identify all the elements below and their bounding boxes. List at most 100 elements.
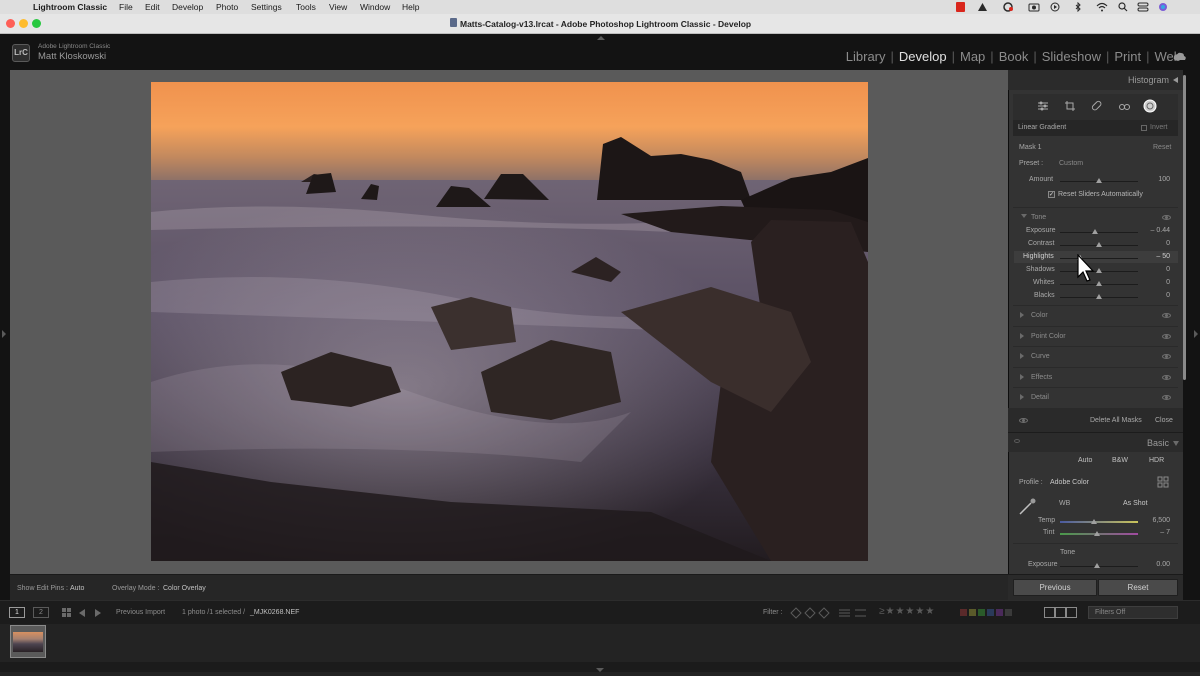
invert-checkbox[interactable]	[1141, 125, 1147, 131]
close-window-button[interactable]	[6, 19, 15, 28]
section-point-color-visibility-icon[interactable]	[1162, 334, 1171, 339]
crop-tool-icon[interactable]	[1064, 100, 1076, 112]
mask-close-button[interactable]: Close	[1155, 417, 1173, 424]
show-edit-pins-select[interactable]: Auto	[70, 585, 84, 592]
section-detail-expand-icon[interactable]	[1020, 394, 1024, 400]
screenshot-icon[interactable]	[1028, 2, 1040, 12]
menu-file[interactable]: File	[119, 2, 133, 12]
tint-value[interactable]: – 7	[1138, 529, 1170, 536]
grid-view-icon[interactable]	[62, 608, 72, 618]
menu-photo[interactable]: Photo	[216, 2, 238, 12]
histogram-header[interactable]: Histogram	[1008, 70, 1183, 90]
exposure-track[interactable]	[1060, 232, 1138, 233]
menu-edit[interactable]: Edit	[145, 2, 160, 12]
tone-section-title[interactable]: Tone	[1031, 214, 1046, 221]
nav-forward-icon[interactable]	[95, 609, 101, 617]
source-label[interactable]: Previous Import	[116, 609, 165, 616]
basic-exposure-value[interactable]: 0.00	[1138, 561, 1170, 568]
module-map[interactable]: Map	[960, 49, 985, 64]
control-center-icon[interactable]	[1137, 2, 1149, 12]
color-filter-green[interactable]	[978, 609, 985, 616]
treatment-auto-button[interactable]: Auto	[1078, 457, 1092, 464]
temp-thumb[interactable]	[1091, 519, 1097, 524]
kind-filter-icons[interactable]	[1044, 607, 1078, 618]
section-point-color-expand-icon[interactable]	[1020, 333, 1024, 339]
overlay-mode-select[interactable]: Color Overlay	[163, 585, 206, 592]
section-detail[interactable]: Detail	[1013, 387, 1178, 407]
menu-tools[interactable]: Tools	[296, 2, 316, 12]
color-filter-none[interactable]	[1005, 609, 1012, 616]
amount-slider-thumb[interactable]	[1096, 178, 1102, 183]
mask-reset-button[interactable]: Reset	[1153, 144, 1171, 151]
exposure-thumb[interactable]	[1092, 229, 1098, 234]
color-filter-red[interactable]	[960, 609, 967, 616]
blacks-thumb[interactable]	[1096, 294, 1102, 299]
left-panel-collapsed[interactable]	[0, 70, 10, 600]
basic-header[interactable]: Basic	[1008, 432, 1183, 452]
record-status-icon[interactable]	[956, 2, 965, 12]
contrast-value[interactable]: 0	[1138, 240, 1170, 247]
module-print[interactable]: Print	[1114, 49, 1141, 64]
module-book[interactable]: Book	[999, 49, 1029, 64]
basic-exposure-thumb[interactable]	[1094, 563, 1100, 568]
profile-select[interactable]: Adobe Color	[1050, 479, 1089, 486]
edit-filter-icons[interactable]	[838, 607, 868, 619]
section-curve[interactable]: Curve	[1013, 346, 1178, 366]
drive-icon[interactable]	[977, 2, 988, 12]
color-filter-yellow[interactable]	[969, 609, 976, 616]
bluetooth-icon[interactable]	[1073, 2, 1083, 12]
contrast-thumb[interactable]	[1096, 242, 1102, 247]
color-label-filter[interactable]	[960, 609, 1012, 616]
filename[interactable]: _MJK0268.NEF	[250, 609, 299, 616]
section-effects-expand-icon[interactable]	[1020, 374, 1024, 380]
tone-visibility-icon[interactable]	[1162, 215, 1171, 220]
film-thumbnail-image[interactable]	[13, 632, 43, 652]
menu-help[interactable]: Help	[402, 2, 419, 12]
scrollbar-thumb[interactable]	[1183, 75, 1186, 380]
photo-preview[interactable]	[151, 82, 868, 561]
profile-browser-icon[interactable]	[1157, 476, 1170, 489]
left-panel-toggle-icon[interactable]	[2, 330, 6, 338]
right-panel-scrollbar[interactable]	[1183, 70, 1200, 600]
tone-expand-icon[interactable]	[1021, 214, 1027, 218]
healing-tool-icon[interactable]	[1091, 100, 1103, 112]
menu-settings[interactable]: Settings	[251, 2, 282, 12]
second-window-button[interactable]: 2	[33, 607, 49, 618]
section-effects[interactable]: Effects	[1013, 367, 1178, 387]
right-panel-toggle-icon[interactable]	[1194, 330, 1198, 338]
film-thumbnail-cell[interactable]	[10, 625, 46, 658]
shadows-value[interactable]: 0	[1138, 266, 1170, 273]
treatment-bw-button[interactable]: B&W	[1112, 457, 1128, 464]
color-filter-blue[interactable]	[987, 609, 994, 616]
rating-filter-stars[interactable]: ≥★★★★★	[879, 606, 935, 617]
whites-value[interactable]: 0	[1138, 279, 1170, 286]
wb-select[interactable]: As Shot	[1123, 500, 1148, 507]
basic-collapse-icon[interactable]	[1173, 441, 1179, 446]
blacks-value[interactable]: 0	[1138, 292, 1170, 299]
reset-button[interactable]: Reset	[1098, 579, 1178, 596]
histogram-collapse-icon[interactable]	[1173, 77, 1178, 83]
zoom-window-button[interactable]	[32, 19, 41, 28]
red-eye-tool-icon[interactable]	[1118, 100, 1130, 112]
basic-visibility-icon[interactable]	[1014, 439, 1020, 443]
highlights-value[interactable]: – 50	[1138, 253, 1170, 260]
tint-thumb[interactable]	[1094, 531, 1100, 536]
amount-value[interactable]: 100	[1140, 176, 1170, 183]
play-icon[interactable]	[1050, 2, 1060, 12]
module-develop[interactable]: Develop	[899, 49, 947, 64]
section-effects-visibility-icon[interactable]	[1162, 375, 1171, 380]
section-color-visibility-icon[interactable]	[1162, 313, 1171, 318]
wifi-icon[interactable]	[1096, 2, 1108, 12]
minimize-window-button[interactable]	[19, 19, 28, 28]
main-window-button[interactable]: 1	[9, 607, 25, 618]
masking-tool-icon[interactable]	[1143, 99, 1157, 113]
section-point-color[interactable]: Point Color	[1013, 326, 1178, 346]
module-library[interactable]: Library	[846, 49, 886, 64]
temp-track[interactable]	[1060, 521, 1138, 523]
module-slideshow[interactable]: Slideshow	[1042, 49, 1101, 64]
exposure-value[interactable]: – 0.44	[1138, 227, 1170, 234]
color-filter-purple[interactable]	[996, 609, 1003, 616]
adjust-tool-icon[interactable]	[1037, 100, 1049, 112]
mask-overlay-visibility-icon[interactable]	[1019, 418, 1028, 423]
top-panel-toggle-icon[interactable]	[597, 36, 605, 40]
